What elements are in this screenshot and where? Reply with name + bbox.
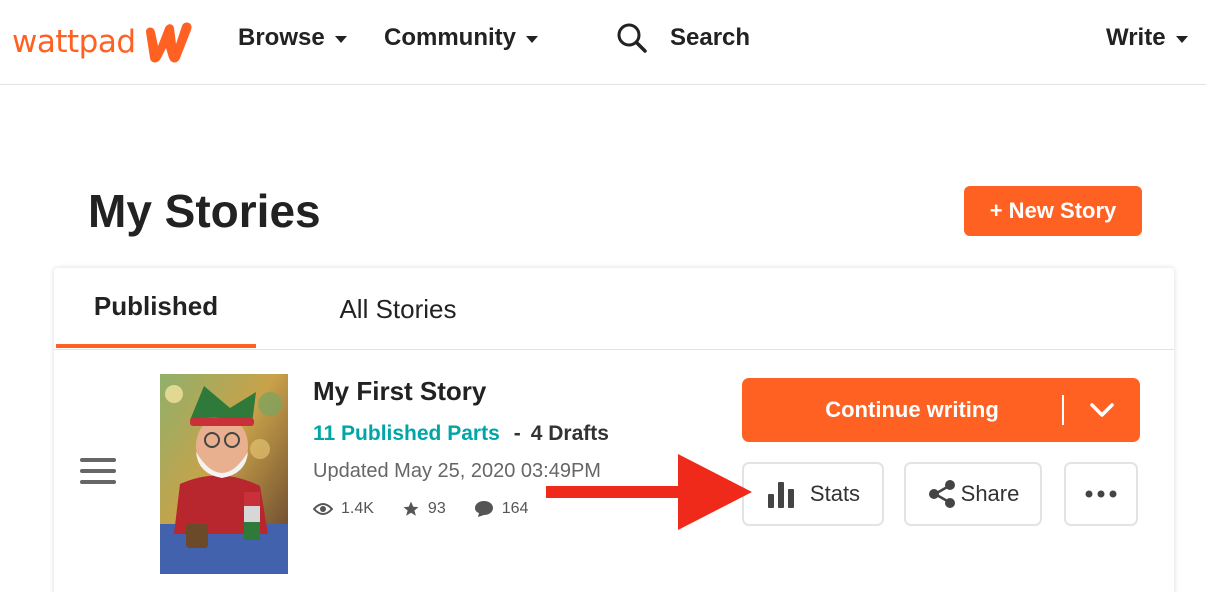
page-title: My Stories xyxy=(88,185,321,237)
nav-browse[interactable]: Browse xyxy=(238,24,347,52)
nav-community[interactable]: Community xyxy=(384,24,538,52)
story-cover-image[interactable] xyxy=(160,374,288,574)
story-stats: 1.4K 93 164 xyxy=(313,500,556,518)
stats-label: Stats xyxy=(809,481,861,506)
comments-stat: 164 xyxy=(474,500,529,518)
search-icon xyxy=(617,23,647,53)
chevron-down-icon[interactable] xyxy=(1084,392,1120,428)
new-story-button[interactable]: + New Story xyxy=(964,186,1142,236)
comments-count: 164 xyxy=(501,500,529,517)
reads-stat: 1.4K xyxy=(313,500,374,518)
red-arrow-annotation xyxy=(546,454,752,530)
caret-down-icon xyxy=(334,36,347,43)
caret-down-icon xyxy=(1175,36,1188,43)
share-icon xyxy=(928,480,955,508)
wattpad-logo[interactable]: wattpad xyxy=(12,18,198,66)
story-parts-line: 11 Published Parts - 4 Drafts xyxy=(313,422,609,446)
stats-button[interactable]: Stats xyxy=(742,462,884,526)
nav-browse-label: Browse xyxy=(238,24,325,51)
nav-search[interactable]: Search xyxy=(616,22,750,54)
share-button[interactable]: Share xyxy=(904,462,1042,526)
nav-community-label: Community xyxy=(384,24,516,51)
votes-stat: 93 xyxy=(402,500,446,518)
nav-write-label: Write xyxy=(1106,24,1166,51)
continue-writing-label: Continue writing xyxy=(825,397,999,422)
tab-published[interactable]: Published xyxy=(56,268,256,348)
drafts-count: 4 Drafts xyxy=(530,422,609,445)
bar-chart-icon xyxy=(767,482,794,508)
published-parts-link[interactable]: 11 Published Parts xyxy=(313,422,500,446)
star-icon xyxy=(403,501,419,516)
comment-icon xyxy=(474,501,493,517)
caret-down-icon xyxy=(526,36,538,43)
more-options-button[interactable] xyxy=(1064,462,1138,526)
nav-write[interactable]: Write xyxy=(1106,24,1188,52)
logo-wordmark: wattpad xyxy=(12,24,136,60)
top-nav: wattpad Browse Community Search Write xyxy=(0,0,1206,85)
stories-card: Published All Stories My First Story 11 … xyxy=(54,268,1174,592)
meta-separator: - xyxy=(513,422,521,445)
reads-count: 1.4K xyxy=(341,500,374,517)
button-divider xyxy=(1062,395,1064,425)
search-label: Search xyxy=(670,24,751,51)
votes-count: 93 xyxy=(427,500,446,517)
more-dots-icon xyxy=(1085,490,1117,498)
continue-writing-button[interactable]: Continue writing xyxy=(742,378,1140,442)
drag-handle-icon[interactable] xyxy=(80,458,116,486)
wattpad-w-icon xyxy=(145,22,192,63)
story-title[interactable]: My First Story xyxy=(313,376,486,407)
eye-icon xyxy=(313,503,333,515)
share-label: Share xyxy=(960,481,1020,506)
tab-all-stories[interactable]: All Stories xyxy=(298,268,498,350)
story-tabs: Published All Stories xyxy=(54,268,1174,350)
